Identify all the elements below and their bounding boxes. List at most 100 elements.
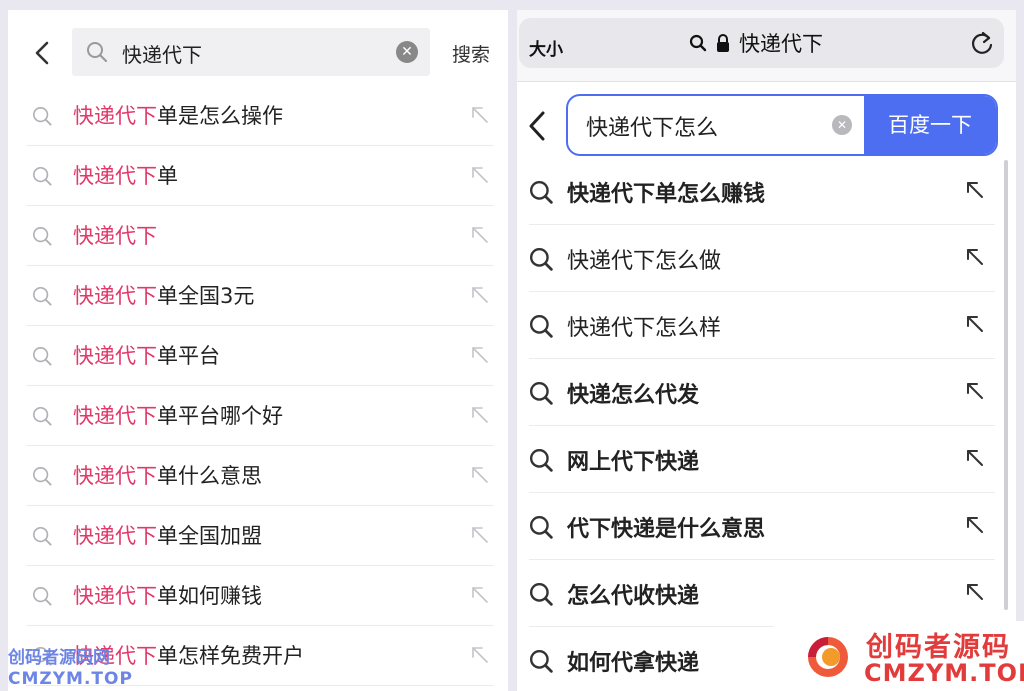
- fill-query-arrow-icon[interactable]: [470, 285, 490, 305]
- fill-query-arrow-icon[interactable]: [470, 165, 490, 185]
- search-icon: [33, 587, 52, 606]
- suggestion-highlight: 快递代下: [73, 524, 157, 548]
- clear-icon[interactable]: ✕: [396, 41, 418, 63]
- suggestion-item[interactable]: 快递代下单全国3元: [26, 266, 494, 326]
- suggestion-highlight: 快递代下: [73, 104, 157, 128]
- search-icon: [529, 247, 553, 271]
- fill-query-arrow-icon[interactable]: [965, 448, 985, 468]
- suggestion-text: 网上代下快递: [567, 450, 700, 475]
- suggestion-rest: 单如何赚钱: [157, 584, 262, 608]
- suggestion-text: 快递怎么代发: [567, 383, 700, 408]
- baidu-search-button[interactable]: 百度一下: [864, 96, 996, 154]
- suggestion-item[interactable]: 网上代下快递: [529, 426, 995, 493]
- fill-query-arrow-icon[interactable]: [965, 247, 985, 267]
- watermark-left: 创码者源码网 CMZYM.TOP: [8, 648, 133, 690]
- fill-query-arrow-icon[interactable]: [965, 582, 985, 602]
- search-icon: [33, 287, 52, 306]
- suggestion-text: 快递代下单平台: [73, 340, 220, 370]
- suggestion-text: 快递代下: [73, 220, 157, 250]
- suggestion-item[interactable]: 快递代下单怎么赚钱: [529, 158, 995, 225]
- search-icon: [87, 42, 108, 63]
- suggestion-item[interactable]: 快递代下单平台哪个好: [26, 386, 494, 446]
- suggestion-text: 快递代下单是怎么操作: [73, 100, 283, 130]
- suggestion-list: 快递代下单是怎么操作 快递代下单 快递代下 快递代下单全国3元 快递代下单平台 快递代下单…: [26, 86, 494, 686]
- suggestion-rest: 单平台: [157, 344, 220, 368]
- suggestion-rest: 单什么意思: [157, 464, 262, 488]
- suggestion-item[interactable]: 快递代下单全国加盟: [26, 506, 494, 566]
- search-icon: [33, 347, 52, 366]
- suggestion-text: 快递代下怎么样: [567, 316, 722, 341]
- suggestion-item[interactable]: 快递代下单如何赚钱: [26, 566, 494, 626]
- back-arrow-icon[interactable]: [527, 110, 547, 142]
- right-browser-screen: 大小 快递代下 快递代下怎么 ✕ 百度一下 快递代下单怎么赚钱 快递代下怎么做 快递…: [517, 10, 1016, 691]
- suggestion-text: 快递代下单什么意思: [73, 460, 262, 490]
- suggestion-item[interactable]: 快递代下单平台: [26, 326, 494, 386]
- search-input[interactable]: 快递代下 ✕: [72, 28, 430, 76]
- suggestion-item[interactable]: 快递代下怎么样: [529, 292, 995, 359]
- text-size-button[interactable]: 大小: [529, 35, 563, 60]
- suggestion-text: 快递代下单: [73, 160, 178, 190]
- search-button[interactable]: 搜索: [452, 40, 490, 67]
- fill-query-arrow-icon[interactable]: [470, 225, 490, 245]
- suggestion-rest: 单: [157, 164, 178, 188]
- watermark-right: 创码者源码 CMZYM.TOP: [774, 621, 1024, 691]
- back-arrow-icon[interactable]: [30, 40, 56, 66]
- suggestion-text: 快递代下单平台哪个好: [73, 400, 283, 430]
- suggestion-item[interactable]: 怎么代收快递: [529, 560, 995, 627]
- fill-query-arrow-icon[interactable]: [470, 645, 490, 665]
- fill-query-arrow-icon[interactable]: [470, 405, 490, 425]
- suggestion-text: 代下快递是什么意思: [567, 517, 766, 542]
- suggestion-item[interactable]: 快递怎么代发: [529, 359, 995, 426]
- suggestion-rest: 单全国3元: [157, 284, 255, 308]
- search-icon: [529, 582, 553, 606]
- logo-icon: [808, 637, 848, 677]
- suggestion-text: 快递代下怎么做: [567, 249, 722, 274]
- suggestion-item[interactable]: 快递代下单: [26, 146, 494, 206]
- suggestion-rest: 单全国加盟: [157, 524, 262, 548]
- search-icon: [33, 407, 52, 426]
- suggestion-item[interactable]: 快递代下单什么意思: [26, 446, 494, 506]
- suggestion-text: 如何代拿快递: [567, 651, 700, 676]
- suggestion-text: 快递代下单如何赚钱: [73, 580, 262, 610]
- watermark-url: CMZYM.TOP: [864, 659, 1024, 687]
- watermark-text: 创码者源码网: [8, 648, 110, 668]
- reload-icon[interactable]: [970, 30, 994, 56]
- search-query: 快递代下: [122, 43, 202, 67]
- suggestion-item[interactable]: 快递代下单是怎么操作: [26, 86, 494, 146]
- search-icon: [529, 381, 553, 405]
- page-title: 快递代下: [739, 32, 823, 56]
- lock-icon: [717, 34, 729, 52]
- fill-query-arrow-icon[interactable]: [470, 345, 490, 365]
- fill-query-arrow-icon[interactable]: [470, 105, 490, 125]
- search-icon: [529, 515, 553, 539]
- suggestion-text: 快递代下单全国加盟: [73, 520, 262, 550]
- suggestion-list: 快递代下单怎么赚钱 快递代下怎么做 快递代下怎么样 快递怎么代发 网上代下快递代下快递是…: [529, 158, 995, 691]
- fill-query-arrow-icon[interactable]: [470, 465, 490, 485]
- scrollbar[interactable]: [1004, 160, 1008, 610]
- address-center[interactable]: 快递代下: [689, 29, 823, 57]
- suggestion-item[interactable]: 代下快递是什么意思: [529, 493, 995, 560]
- search-icon: [529, 448, 553, 472]
- suggestion-highlight: 快递代下: [73, 404, 157, 428]
- suggestion-item[interactable]: 快递代下: [26, 206, 494, 266]
- clear-icon[interactable]: ✕: [832, 115, 852, 135]
- suggestion-highlight: 快递代下: [73, 464, 157, 488]
- suggestion-item[interactable]: 快递代下怎么做: [529, 225, 995, 292]
- search-icon: [529, 180, 553, 204]
- fill-query-arrow-icon[interactable]: [965, 314, 985, 334]
- suggestion-highlight: 快递代下: [73, 164, 157, 188]
- fill-query-arrow-icon[interactable]: [470, 525, 490, 545]
- fill-query-arrow-icon[interactable]: [965, 515, 985, 535]
- search-icon: [33, 107, 52, 126]
- search-icon: [529, 649, 553, 673]
- suggestion-rest: 单是怎么操作: [157, 104, 283, 128]
- suggestion-rest: 单怎样免费开户: [157, 644, 304, 668]
- fill-query-arrow-icon[interactable]: [965, 180, 985, 200]
- search-input[interactable]: 快递代下怎么 ✕ 百度一下: [566, 94, 998, 156]
- fill-query-arrow-icon[interactable]: [470, 585, 490, 605]
- suggestion-text: 快递代下单怎么赚钱: [567, 182, 766, 207]
- search-icon: [529, 314, 553, 338]
- search-icon: [689, 34, 707, 52]
- search-icon: [33, 227, 52, 246]
- fill-query-arrow-icon[interactable]: [965, 381, 985, 401]
